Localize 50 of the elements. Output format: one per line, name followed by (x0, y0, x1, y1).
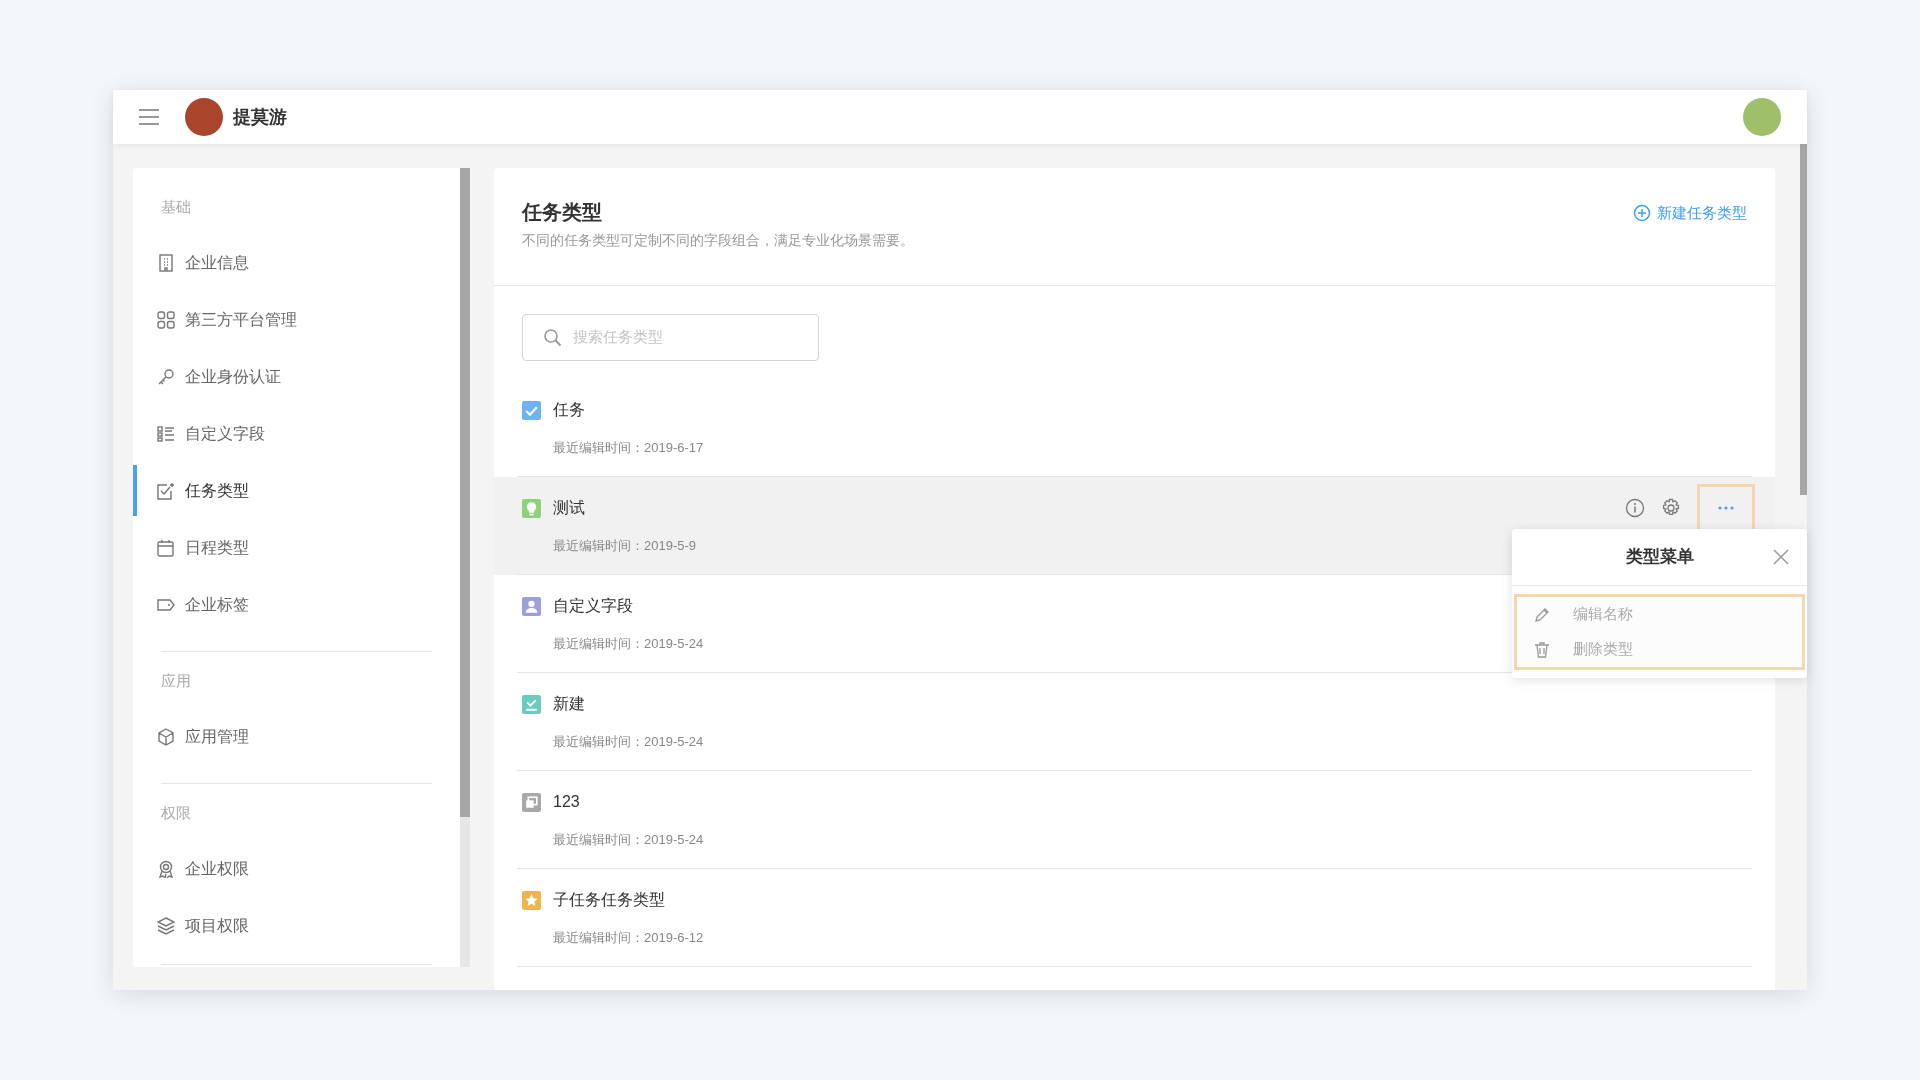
page-scrollbar[interactable] (1800, 144, 1807, 495)
layers-icon (157, 916, 175, 935)
type-name: 子任务任务类型 (553, 890, 665, 911)
more-icon (1718, 506, 1734, 511)
checkbox-icon (157, 481, 175, 500)
app-name: 提莫游 (233, 105, 287, 129)
type-name: 任务 (553, 400, 585, 421)
sidebar-item[interactable]: 应用管理 (133, 708, 460, 765)
page-title: 任务类型 (522, 200, 603, 225)
search-field[interactable]: 搜索任务类型 (522, 314, 819, 361)
calendar-icon (157, 538, 175, 557)
list-icon (157, 424, 175, 443)
edit-time: 最近编辑时间：2019-5-24 (553, 635, 704, 654)
section-heading: 应用 (160, 671, 192, 691)
sidebar-item[interactable]: 企业身份认证 (133, 348, 460, 405)
grid-icon (157, 310, 175, 329)
sidebar-item[interactable]: 自定义字段 (133, 405, 460, 462)
trash-icon (1533, 640, 1551, 659)
sidebar-item[interactable]: 项目权限 (133, 897, 460, 954)
sidebar-item[interactable]: 企业信息 (133, 234, 460, 291)
menu-icon[interactable] (139, 109, 159, 125)
sidebar-item[interactable]: 第三方平台管理 (133, 291, 460, 348)
search-icon (543, 327, 563, 348)
badge-icon (157, 859, 175, 878)
edit-time: 最近编辑时间：2019-6-12 (553, 929, 704, 948)
key-icon (157, 367, 175, 386)
sidebar-item[interactable]: 任务类型 (133, 462, 460, 519)
page-description: 不同的任务类型可定制不同的字段组合，满足专业化场景需要。 (522, 231, 914, 250)
edit-time: 最近编辑时间：2019-5-24 (553, 733, 704, 752)
edit-time: 最近编辑时间：2019-5-24 (553, 831, 704, 850)
sidebar-item[interactable]: 企业权限 (133, 840, 460, 897)
type-name: 123 (553, 792, 580, 813)
section-heading: 基础 (160, 197, 192, 217)
cube-icon (157, 727, 175, 746)
sidebar-item[interactable]: 日程类型 (133, 519, 460, 576)
sidebar-item[interactable]: 企业标签 (133, 576, 460, 633)
info-icon[interactable] (1625, 498, 1645, 519)
search-input[interactable]: 搜索任务类型 (573, 326, 798, 349)
type-name: 测试 (553, 498, 585, 519)
type-name: 新建 (553, 694, 585, 715)
sidebar-scrollbar[interactable] (460, 168, 470, 967)
edit-time: 最近编辑时间：2019-6-17 (553, 439, 704, 458)
menu-title: 类型菜单 (1625, 546, 1694, 569)
edit-time: 最近编辑时间：2019-5-9 (553, 537, 697, 556)
type-name: 自定义字段 (553, 596, 633, 617)
user-avatar[interactable] (1743, 98, 1781, 136)
section-heading: 权限 (160, 803, 192, 823)
plus-circle-icon (1633, 204, 1651, 223)
close-icon[interactable] (1773, 549, 1789, 565)
building-icon (157, 253, 175, 272)
